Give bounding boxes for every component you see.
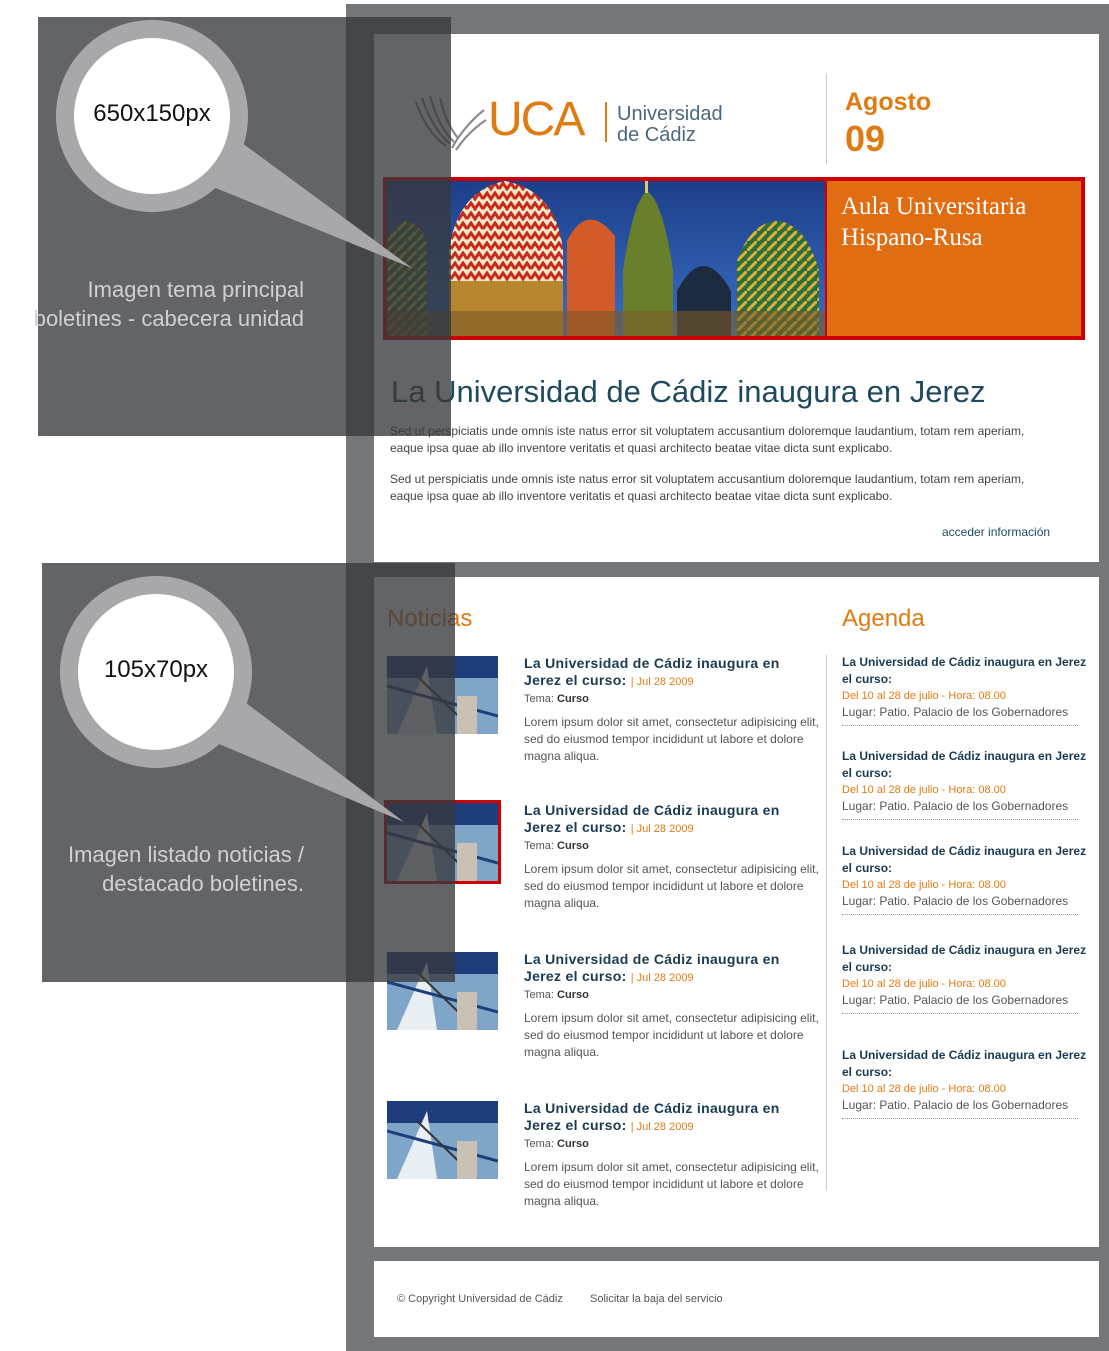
- news-summary: Lorem ipsum dolor sit amet, consectetur …: [524, 1011, 819, 1059]
- list-image-caption: Imagen listado noticias / destacado bole…: [67, 842, 304, 896]
- uca-logo[interactable]: UCA Universidad de Cádiz: [412, 92, 742, 152]
- news-topic: Tema: Curso: [524, 989, 589, 1001]
- agenda-divider: [842, 1118, 1078, 1119]
- list-size-label: 105x70px: [103, 656, 209, 683]
- agenda-divider: [842, 725, 1078, 726]
- news-thumbnail[interactable]: [387, 1101, 498, 1179]
- agenda-title[interactable]: La Universidad de Cádiz inaugura en Jere…: [842, 654, 1092, 688]
- access-info-link[interactable]: acceder información: [942, 525, 1050, 539]
- header-size-bubble: 650x150px: [74, 38, 230, 194]
- agenda-divider: [842, 1013, 1078, 1014]
- agenda-title[interactable]: La Universidad de Cádiz inaugura en Jere…: [842, 748, 1092, 782]
- news-date: | Jul 28 2009: [630, 1121, 694, 1133]
- agenda-divider: [842, 914, 1078, 915]
- news-date: | Jul 28 2009: [630, 676, 694, 688]
- header-image-caption: Imagen tema principal boletines - cabece…: [33, 277, 304, 331]
- issue-month: Agosto: [845, 88, 932, 116]
- agenda-section-title: Agenda: [842, 605, 925, 632]
- kremlin-domes-image: [387, 181, 825, 336]
- agenda-item[interactable]: La Universidad de Cádiz inaugura en Jere…: [842, 654, 1092, 726]
- footer-copyright: © Copyright Universidad de Cádiz: [397, 1293, 563, 1305]
- agenda-location: Lugar: Patio. Palacio de los Gobernadore…: [842, 799, 1069, 813]
- header-size-label: 650x150px: [93, 100, 211, 127]
- agenda-schedule: Del 10 al 28 de julio - Hora: 08.00: [842, 978, 1006, 990]
- agenda-schedule: Del 10 al 28 de julio - Hora: 08.00: [842, 879, 1006, 891]
- main-article-title[interactable]: La Universidad de Cádiz inaugura en Jere…: [391, 374, 986, 410]
- agenda-location: Lugar: Patio. Palacio de los Gobernadore…: [842, 1098, 1069, 1112]
- logo-line-1: Universidad: [617, 103, 723, 125]
- news-title[interactable]: La Universidad de Cádiz inaugura en Jere…: [524, 802, 809, 838]
- news-topic: Tema: Curso: [524, 840, 589, 852]
- main-article-paragraph: Sed ut perspiciatis unde omnis iste natu…: [390, 424, 1025, 455]
- agenda-location: Lugar: Patio. Palacio de los Gobernadore…: [842, 894, 1069, 908]
- logo-wordmark: UCA: [488, 93, 585, 146]
- news-item[interactable]: La Universidad de Cádiz inaugura en Jere…: [387, 1100, 827, 1241]
- logo-divider: [605, 102, 607, 142]
- news-summary: Lorem ipsum dolor sit amet, consectetur …: [524, 715, 819, 763]
- agenda-title[interactable]: La Universidad de Cádiz inaugura en Jere…: [842, 843, 1092, 877]
- logo-line-2: de Cádiz: [617, 124, 696, 146]
- agenda-location: Lugar: Patio. Palacio de los Gobernadore…: [842, 993, 1069, 1007]
- agenda-title[interactable]: La Universidad de Cádiz inaugura en Jere…: [842, 1047, 1092, 1081]
- agenda-title[interactable]: La Universidad de Cádiz inaugura en Jere…: [842, 942, 1092, 976]
- banner-title: Aula Universitaria Hispano-Rusa: [841, 193, 1027, 251]
- logo-university-name: Universidad de Cádiz: [617, 104, 723, 146]
- agenda-item[interactable]: La Universidad de Cádiz inaugura en Jere…: [842, 748, 1092, 820]
- header-divider: [826, 74, 827, 164]
- agenda-schedule: Del 10 al 28 de julio - Hora: 08.00: [842, 784, 1006, 796]
- unsubscribe-link[interactable]: Solicitar la baja del servicio: [590, 1293, 723, 1305]
- news-date: | Jul 28 2009: [630, 972, 694, 984]
- news-summary: Lorem ipsum dolor sit amet, consectetur …: [524, 862, 819, 910]
- news-date: | Jul 28 2009: [630, 823, 694, 835]
- agenda-item[interactable]: La Universidad de Cádiz inaugura en Jere…: [842, 942, 1092, 1014]
- news-title[interactable]: La Universidad de Cádiz inaugura en Jere…: [524, 951, 809, 987]
- news-title[interactable]: La Universidad de Cádiz inaugura en Jere…: [524, 655, 809, 691]
- agenda-schedule: Del 10 al 28 de julio - Hora: 08.00: [842, 1083, 1006, 1095]
- agenda-location: Lugar: Patio. Palacio de los Gobernadore…: [842, 705, 1069, 719]
- agenda-divider: [842, 819, 1078, 820]
- news-topic: Tema: Curso: [524, 693, 589, 705]
- agenda-item[interactable]: La Universidad de Cádiz inaugura en Jere…: [842, 1047, 1092, 1119]
- header-banner[interactable]: Aula Universitaria Hispano-Rusa: [383, 177, 1085, 340]
- news-title[interactable]: La Universidad de Cádiz inaugura en Jere…: [524, 1100, 809, 1136]
- main-article-paragraph: Sed ut perspiciatis unde omnis iste natu…: [390, 472, 1025, 503]
- news-summary: Lorem ipsum dolor sit amet, consectetur …: [524, 1160, 819, 1208]
- list-size-bubble: 105x70px: [78, 594, 234, 750]
- news-topic: Tema: Curso: [524, 1138, 589, 1150]
- agenda-item[interactable]: La Universidad de Cádiz inaugura en Jere…: [842, 843, 1092, 915]
- agenda-schedule: Del 10 al 28 de julio - Hora: 08.00: [842, 690, 1006, 702]
- banner-title-box: Aula Universitaria Hispano-Rusa: [827, 181, 1081, 336]
- issue-day: 09: [845, 118, 886, 159]
